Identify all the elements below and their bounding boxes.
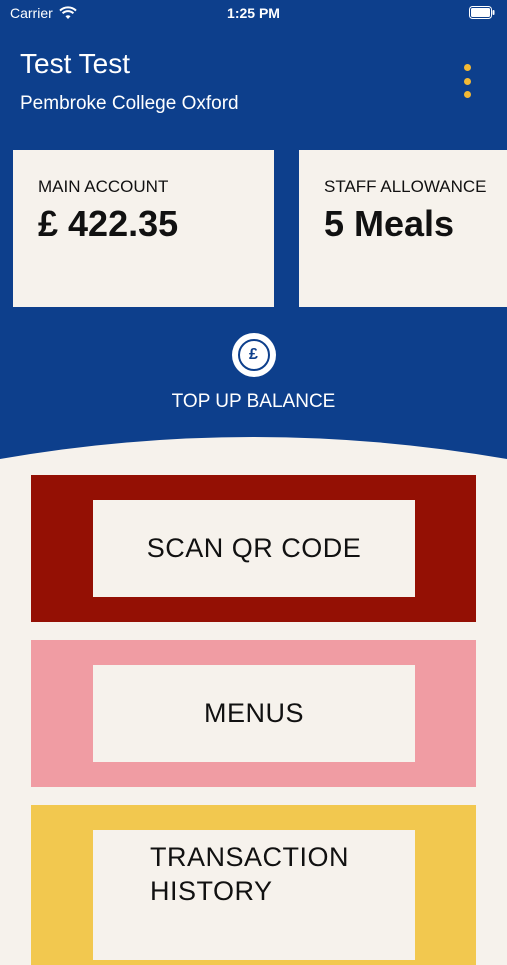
- user-name: Test Test: [20, 48, 130, 79]
- staff-allowance-label: STAFF ALLOWANCE: [324, 177, 487, 196]
- battery-icon: [469, 6, 495, 19]
- scan-qr-code-label: SCAN QR CODE: [93, 500, 415, 597]
- header-curve: [0, 437, 507, 475]
- top-up-label: TOP UP BALANCE: [171, 391, 336, 412]
- staff-allowance-card: STAFF ALLOWANCE 5 Meals: [299, 150, 507, 307]
- scan-qr-code-button[interactable]: SCAN QR CODE: [31, 475, 476, 622]
- more-vertical-icon[interactable]: [456, 64, 478, 98]
- menus-label: MENUS: [93, 665, 415, 762]
- main-account-card: MAIN ACCOUNT £ 422.35: [13, 150, 274, 307]
- clock: 1:25 PM: [227, 5, 280, 21]
- menus-button[interactable]: MENUS: [31, 640, 476, 787]
- pound-icon[interactable]: £: [231, 333, 276, 377]
- main-account-balance: £ 422.35: [38, 203, 179, 244]
- transaction-history-button[interactable]: TRANSACTION HISTORY: [31, 805, 476, 965]
- status-bar: Carrier 1:25 PM: [0, 0, 507, 28]
- main-account-label: MAIN ACCOUNT: [38, 177, 169, 196]
- college-name: Pembroke College Oxford: [20, 93, 239, 114]
- transaction-history-label: TRANSACTION HISTORY: [93, 830, 415, 960]
- pound-glyph: £: [237, 339, 270, 371]
- staff-allowance-value: 5 Meals: [324, 203, 455, 244]
- top-up-balance-button[interactable]: £ TOP UP BALANCE: [0, 333, 507, 413]
